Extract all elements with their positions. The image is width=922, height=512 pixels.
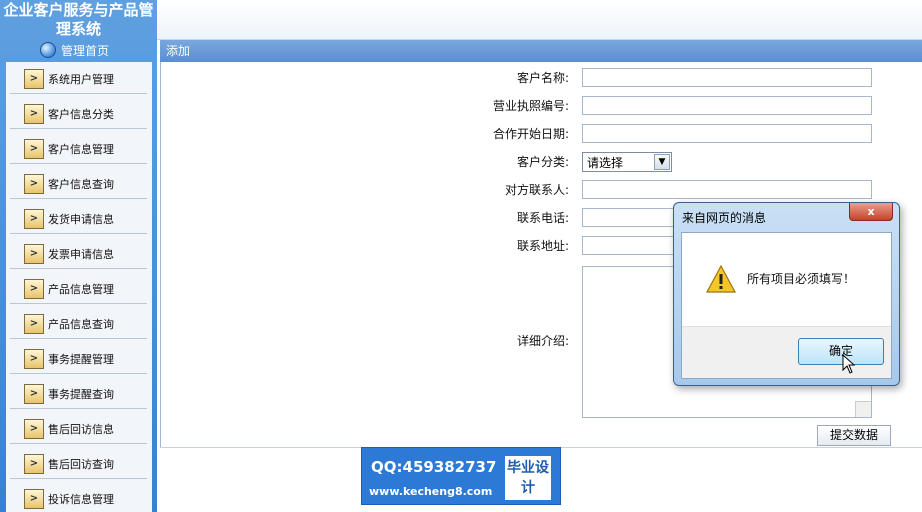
sidebar-item-label: 系统用户管理 bbox=[48, 72, 114, 86]
chevron-right-icon: > bbox=[24, 138, 44, 159]
home-link[interactable]: 管理首页 bbox=[40, 40, 109, 60]
sidebar-item-product-query[interactable]: > 产品信息查询 bbox=[10, 309, 147, 339]
watermark-banner: QQ:459382737 www.kecheng8.com 毕业设计 bbox=[361, 447, 561, 505]
warning-icon bbox=[705, 264, 737, 293]
sidebar-menu: > 系统用户管理 > 客户信息分类 > 客户信息管理 > 客户信息查询 > 发货… bbox=[6, 62, 152, 512]
sidebar: 企业客户服务与产品管理系统 管理首页 > 系统用户管理 > 客户信息分类 > 客… bbox=[0, 0, 157, 512]
chevron-right-icon: > bbox=[24, 208, 44, 229]
contact-label: 对方联系人: bbox=[504, 183, 569, 197]
category-selected: 请选择 bbox=[587, 155, 624, 170]
chevron-right-icon: > bbox=[24, 453, 44, 474]
sidebar-item-invoice-request[interactable]: > 发票申请信息 bbox=[10, 239, 147, 269]
chevron-right-icon: > bbox=[24, 488, 44, 509]
chevron-right-icon: > bbox=[24, 68, 44, 89]
contact-input[interactable] bbox=[582, 180, 872, 199]
sidebar-item-label: 售后回访查询 bbox=[48, 457, 114, 471]
chevron-down-icon[interactable]: ▼ bbox=[654, 154, 670, 170]
sidebar-item-label: 产品信息查询 bbox=[48, 317, 114, 331]
sidebar-item-label: 投诉信息管理 bbox=[48, 492, 114, 506]
globe-icon bbox=[40, 42, 56, 58]
resize-grip[interactable] bbox=[855, 401, 871, 417]
sidebar-item-label: 发货申请信息 bbox=[48, 212, 114, 226]
chevron-right-icon: > bbox=[24, 278, 44, 299]
start-date-label: 合作开始日期: bbox=[492, 127, 569, 141]
sidebar-item-label: 事务提醒查询 bbox=[48, 387, 114, 401]
panel-title: 添加 bbox=[160, 40, 922, 62]
category-select[interactable]: 请选择 ▼ bbox=[582, 152, 672, 172]
sidebar-item-system-users[interactable]: > 系统用户管理 bbox=[10, 64, 147, 94]
submit-button[interactable]: 提交数据 bbox=[817, 425, 891, 446]
chevron-right-icon: > bbox=[24, 383, 44, 404]
sidebar-item-complaint-manage[interactable]: > 投诉信息管理 bbox=[10, 484, 147, 512]
sidebar-item-customer-category[interactable]: > 客户信息分类 bbox=[10, 99, 147, 129]
address-label: 联系地址: bbox=[516, 239, 569, 253]
sidebar-item-label: 产品信息管理 bbox=[48, 282, 114, 296]
watermark-qq: QQ:459382737 bbox=[371, 458, 497, 476]
license-no-label: 营业执照编号: bbox=[492, 99, 569, 113]
watermark-url: www.kecheng8.com bbox=[369, 485, 493, 498]
alert-dialog: 来自网页的消息 x 所有项目必须填写！ 确定 bbox=[673, 202, 900, 386]
sidebar-item-product-manage[interactable]: > 产品信息管理 bbox=[10, 274, 147, 304]
close-icon[interactable]: x bbox=[849, 203, 893, 221]
sidebar-item-aftersales-query[interactable]: > 售后回访查询 bbox=[10, 449, 147, 479]
dialog-message: 所有项目必须填写！ bbox=[747, 272, 856, 286]
license-no-input[interactable] bbox=[582, 96, 872, 115]
mouse-cursor-icon bbox=[842, 353, 856, 374]
home-label: 管理首页 bbox=[61, 43, 110, 58]
sidebar-item-reminder-manage[interactable]: > 事务提醒管理 bbox=[10, 344, 147, 374]
sidebar-item-label: 客户信息查询 bbox=[48, 177, 114, 191]
category-label: 客户分类: bbox=[516, 155, 569, 169]
dialog-body: 所有项目必须填写！ 确定 bbox=[681, 232, 892, 379]
sidebar-item-label: 事务提醒管理 bbox=[48, 352, 114, 366]
chevron-right-icon: > bbox=[24, 313, 44, 334]
ok-button[interactable]: 确定 bbox=[798, 338, 884, 365]
customer-name-input[interactable] bbox=[582, 68, 872, 87]
system-title: 企业客户服务与产品管理系统 bbox=[3, 1, 154, 38]
sidebar-item-shipping-request[interactable]: > 发货申请信息 bbox=[10, 204, 147, 234]
chevron-right-icon: > bbox=[24, 243, 44, 264]
detail-label: 详细介绍: bbox=[516, 334, 569, 348]
chevron-right-icon: > bbox=[24, 173, 44, 194]
chevron-right-icon: > bbox=[24, 418, 44, 439]
sidebar-item-aftersales-info[interactable]: > 售后回访信息 bbox=[10, 414, 147, 444]
chevron-right-icon: > bbox=[24, 103, 44, 124]
sidebar-item-reminder-query[interactable]: > 事务提醒查询 bbox=[10, 379, 147, 409]
phone-label: 联系电话: bbox=[516, 211, 569, 225]
sidebar-item-customer-query[interactable]: > 客户信息查询 bbox=[10, 169, 147, 199]
customer-name-label: 客户名称: bbox=[516, 71, 569, 85]
watermark-badge: 毕业设计 bbox=[505, 456, 551, 500]
top-banner bbox=[157, 0, 922, 40]
dialog-title: 来自网页的消息 bbox=[682, 211, 767, 225]
sidebar-item-customer-manage[interactable]: > 客户信息管理 bbox=[10, 134, 147, 164]
sidebar-item-label: 售后回访信息 bbox=[48, 422, 114, 436]
start-date-input[interactable] bbox=[582, 124, 872, 143]
chevron-right-icon: > bbox=[24, 348, 44, 369]
sidebar-item-label: 客户信息分类 bbox=[48, 107, 114, 121]
sidebar-item-label: 客户信息管理 bbox=[48, 142, 114, 156]
sidebar-item-label: 发票申请信息 bbox=[48, 247, 114, 261]
